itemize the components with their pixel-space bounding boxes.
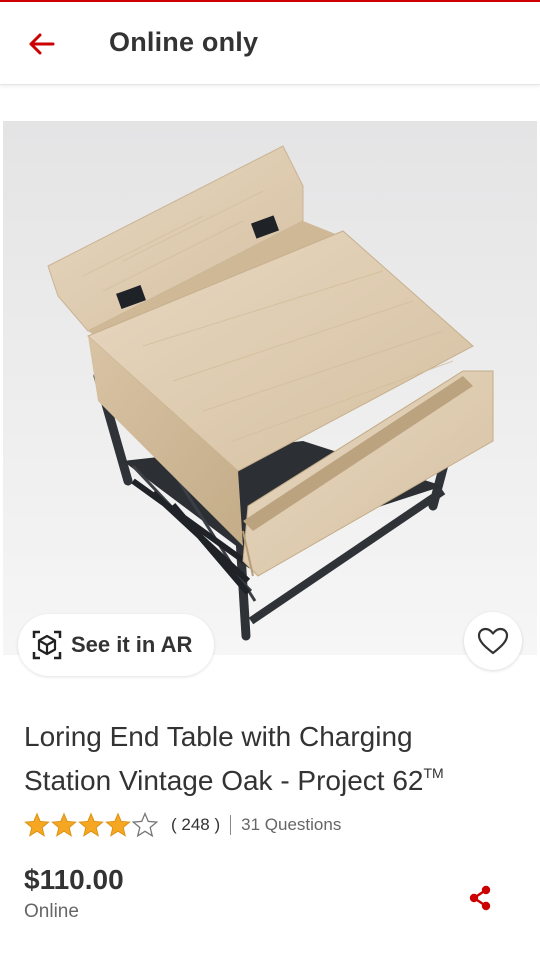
star-full-icon xyxy=(51,812,77,837)
arrow-left-icon xyxy=(29,33,55,55)
app-header: Online only xyxy=(0,2,540,85)
product-image xyxy=(3,121,537,655)
star-full-icon xyxy=(78,812,104,837)
share-button[interactable] xyxy=(462,880,498,916)
heart-outline-icon xyxy=(477,627,509,655)
review-count[interactable]: ( 248 ) xyxy=(171,815,220,835)
product-title-text: Loring End Table with Charging Station V… xyxy=(24,721,424,796)
favorite-button[interactable] xyxy=(464,612,522,670)
product-price: $110.00 xyxy=(24,864,124,895)
share-icon xyxy=(469,885,491,911)
trademark-symbol: TM xyxy=(423,765,444,781)
ar-cube-icon xyxy=(31,629,63,661)
star-empty-icon xyxy=(132,812,158,838)
availability-label: Online xyxy=(24,901,79,922)
star-full-icon xyxy=(24,812,50,837)
product-image-gallery[interactable]: See it in AR xyxy=(0,118,540,676)
back-button[interactable] xyxy=(22,26,62,62)
see-in-ar-button[interactable]: See it in AR xyxy=(18,614,214,676)
product-title: Loring End Table with Charging Station V… xyxy=(24,718,504,799)
ar-label: See it in AR xyxy=(71,632,193,657)
star-full-icon xyxy=(105,812,131,837)
rating-divider xyxy=(230,815,232,835)
questions-link[interactable]: 31 Questions xyxy=(241,815,341,835)
page-title: Online only xyxy=(109,27,259,57)
star-rating xyxy=(24,812,159,838)
rating-row[interactable]: ( 248 ) 31 Questions xyxy=(24,810,341,840)
